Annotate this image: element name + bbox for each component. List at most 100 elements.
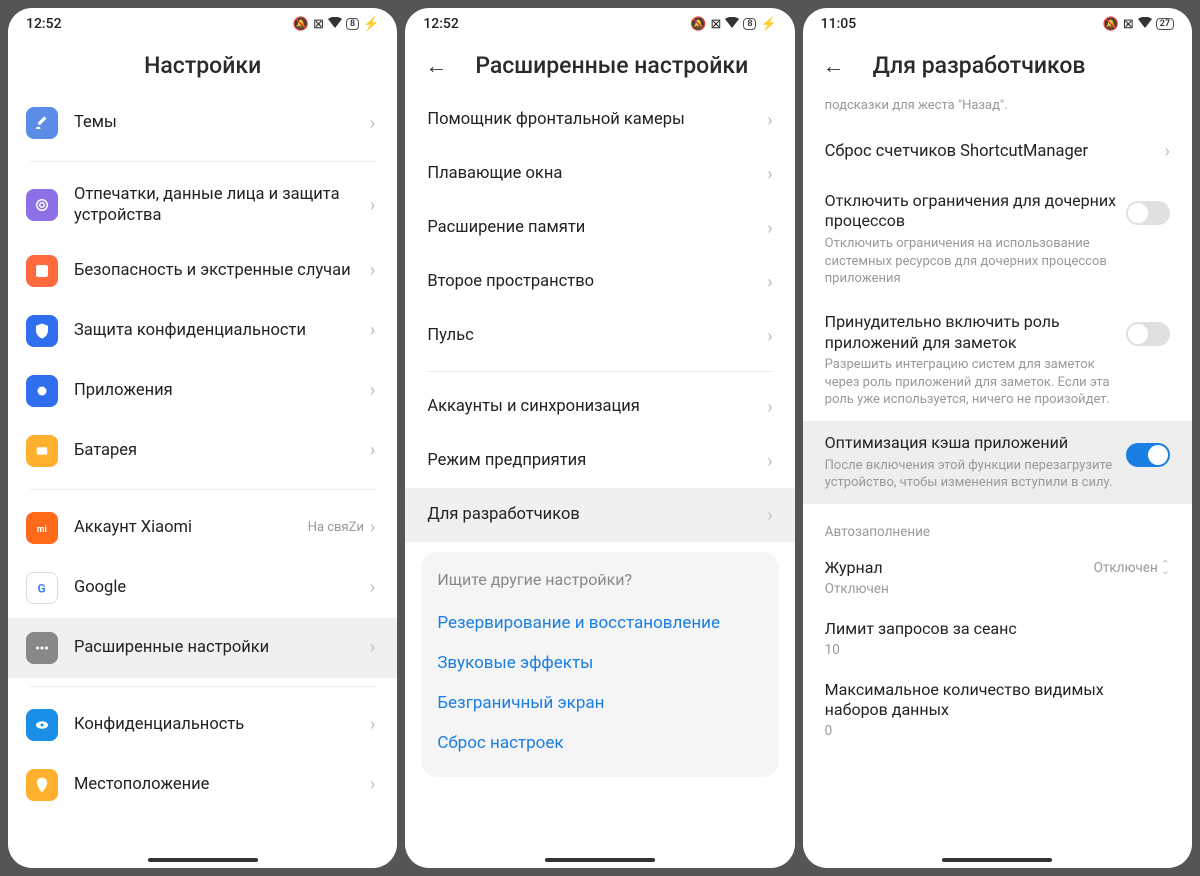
chevron-right-icon: › <box>767 505 772 526</box>
toggle-description: Разрешить интеграцию систем для заметок … <box>825 356 1118 409</box>
mute-icon: 🔕 <box>690 17 706 32</box>
chevron-right-icon: › <box>370 637 375 658</box>
setting-row-request-limit[interactable]: Лимит запросов за сеанс 10 <box>803 607 1192 668</box>
settings-row[interactable]: Темы› <box>8 93 397 153</box>
setting-row-max-datasets[interactable]: Максимальное количество видимых наборов … <box>803 668 1192 750</box>
eye-icon <box>26 709 58 741</box>
setting-row-shortcut-reset[interactable]: Сброс счетчиков ShortcutManager › <box>803 125 1192 179</box>
row-label: Местоположение <box>74 774 370 795</box>
settings-row[interactable]: Отпечатки, данные лица и защита устройст… <box>8 170 397 241</box>
settings-row[interactable]: Режим предприятия› <box>405 434 794 488</box>
settings-row[interactable]: Конфиденциальность› <box>8 695 397 755</box>
row-label: Плавающие окна <box>427 163 767 184</box>
toggle-switch[interactable] <box>1126 201 1170 225</box>
fingerprint-icon <box>26 189 58 221</box>
row-label: Для разработчиков <box>427 504 767 525</box>
phone-developer-options: 11:05 🔕 ⊠ 27 ← Для разработчиков подсказ… <box>803 8 1192 868</box>
settings-row[interactable]: Расширение памяти› <box>405 201 794 255</box>
clock: 11:05 <box>821 16 857 32</box>
truncated-description: подсказки для жеста "Назад". <box>803 93 1192 125</box>
setting-row-journal[interactable]: Журнал Отключен ⌃⌄ Отключен <box>803 546 1192 607</box>
mi-icon: mi <box>26 512 58 544</box>
settings-row[interactable]: Второе пространство› <box>405 255 794 309</box>
row-subtitle: 10 <box>825 642 1170 658</box>
chevron-right-icon: › <box>767 164 772 185</box>
dots-icon <box>26 632 58 664</box>
toggle-switch[interactable] <box>1126 322 1170 346</box>
suggestion-link[interactable]: Звуковые эффекты <box>437 643 762 683</box>
row-label: Конфиденциальность <box>74 714 370 735</box>
location-icon <box>26 769 58 801</box>
toggle-title: Принудительно включить роль приложений д… <box>825 312 1118 354</box>
status-bar: 12:52 🔕 ⊠ 8 ⚡ <box>405 8 794 36</box>
settings-row[interactable]: Местоположение› <box>8 755 397 815</box>
settings-row[interactable]: GGoogle› <box>8 558 397 618</box>
status-icons: 🔕 ⊠ 27 <box>1103 17 1174 32</box>
charging-icon: ⚡ <box>363 17 379 32</box>
rotation-lock-icon: ⊠ <box>313 17 324 32</box>
suggestion-link[interactable]: Сброс настроек <box>437 723 762 763</box>
clock: 12:52 <box>26 16 62 32</box>
toggle-title: Оптимизация кэша приложений <box>825 433 1118 454</box>
settings-row[interactable]: Приложения› <box>8 361 397 421</box>
status-bar: 12:52 🔕 ⊠ 8 ⚡ <box>8 8 397 36</box>
wifi-icon <box>1138 17 1152 32</box>
settings-row[interactable]: Для разработчиков› <box>405 488 794 542</box>
wifi-icon <box>328 17 342 32</box>
home-indicator[interactable] <box>545 858 655 862</box>
suggestions-prompt: Ищите другие настройки? <box>437 570 762 589</box>
page-header: ← Расширенные настройки <box>405 36 794 93</box>
row-label: Приложения <box>74 380 370 401</box>
row-label: Расширение памяти <box>427 217 767 238</box>
battery-level: 8 <box>747 19 752 29</box>
suggestion-link[interactable]: Резервирование и восстановление <box>437 603 762 643</box>
svg-text:mi: mi <box>37 525 47 535</box>
page-title: Для разработчиков <box>873 52 1086 79</box>
chevron-right-icon: › <box>767 397 772 418</box>
settings-row[interactable]: Расширенные настройки› <box>8 618 397 678</box>
row-label: Режим предприятия <box>427 450 767 471</box>
settings-row[interactable]: Аккаунты и синхронизация› <box>405 380 794 434</box>
row-label: Защита конфиденциальности <box>74 320 370 341</box>
chevron-right-icon: › <box>767 110 772 131</box>
suggestion-link[interactable]: Безграничный экран <box>437 683 762 723</box>
home-indicator[interactable] <box>148 858 258 862</box>
home-indicator[interactable] <box>942 858 1052 862</box>
divider <box>427 371 772 372</box>
page-header: ← Для разработчиков <box>803 36 1192 93</box>
settings-row[interactable]: Батарея› <box>8 421 397 481</box>
row-label: Аккаунт Xiaomi <box>74 517 308 538</box>
row-side-text: На свяZи <box>308 520 364 535</box>
settings-row[interactable]: Пульс› <box>405 309 794 363</box>
google-icon: G <box>26 572 58 604</box>
charging-icon: ⚡ <box>760 17 776 32</box>
row-label: Журнал <box>825 558 883 579</box>
phone-settings: 12:52 🔕 ⊠ 8 ⚡ Настройки Темы› Отпечатки,… <box>8 8 397 868</box>
settings-row[interactable]: Помощник фронтальной камеры› <box>405 93 794 147</box>
settings-row[interactable]: Безопасность и экстренные случаи› <box>8 241 397 301</box>
settings-row[interactable]: Плавающие окна› <box>405 147 794 201</box>
settings-row[interactable]: Защита конфиденциальности› <box>8 301 397 361</box>
rotation-lock-icon: ⊠ <box>1123 17 1134 32</box>
row-label: Отпечатки, данные лица и защита устройст… <box>74 184 370 227</box>
row-label: Темы <box>74 112 370 133</box>
page-title: Расширенные настройки <box>475 52 748 79</box>
status-bar: 11:05 🔕 ⊠ 27 <box>803 8 1192 36</box>
rotation-lock-icon: ⊠ <box>710 17 721 32</box>
phone-advanced-settings: 12:52 🔕 ⊠ 8 ⚡ ← Расширенные настройки По… <box>405 8 794 868</box>
section-header-autofill: Автозаполнение <box>803 504 1192 546</box>
chevron-right-icon: › <box>370 714 375 735</box>
battery-level: 8 <box>350 19 355 29</box>
row-subtitle: Отключен <box>825 581 1170 597</box>
back-button[interactable]: ← <box>823 53 845 79</box>
toggle-switch[interactable] <box>1126 443 1170 467</box>
toggle-row[interactable]: Оптимизация кэша приложенийПосле включен… <box>803 421 1192 504</box>
settings-row[interactable]: miАккаунт XiaomiНа свяZи› <box>8 498 397 558</box>
toggle-row[interactable]: Отключить ограничения для дочерних проце… <box>803 179 1192 300</box>
chevron-right-icon: › <box>767 326 772 347</box>
toggle-row[interactable]: Принудительно включить роль приложений д… <box>803 300 1192 421</box>
suggestions-card: Ищите другие настройки? Резервирование и… <box>421 552 778 777</box>
row-label: Пульс <box>427 325 767 346</box>
back-button[interactable]: ← <box>425 53 447 79</box>
row-subtitle: 0 <box>825 723 1170 739</box>
